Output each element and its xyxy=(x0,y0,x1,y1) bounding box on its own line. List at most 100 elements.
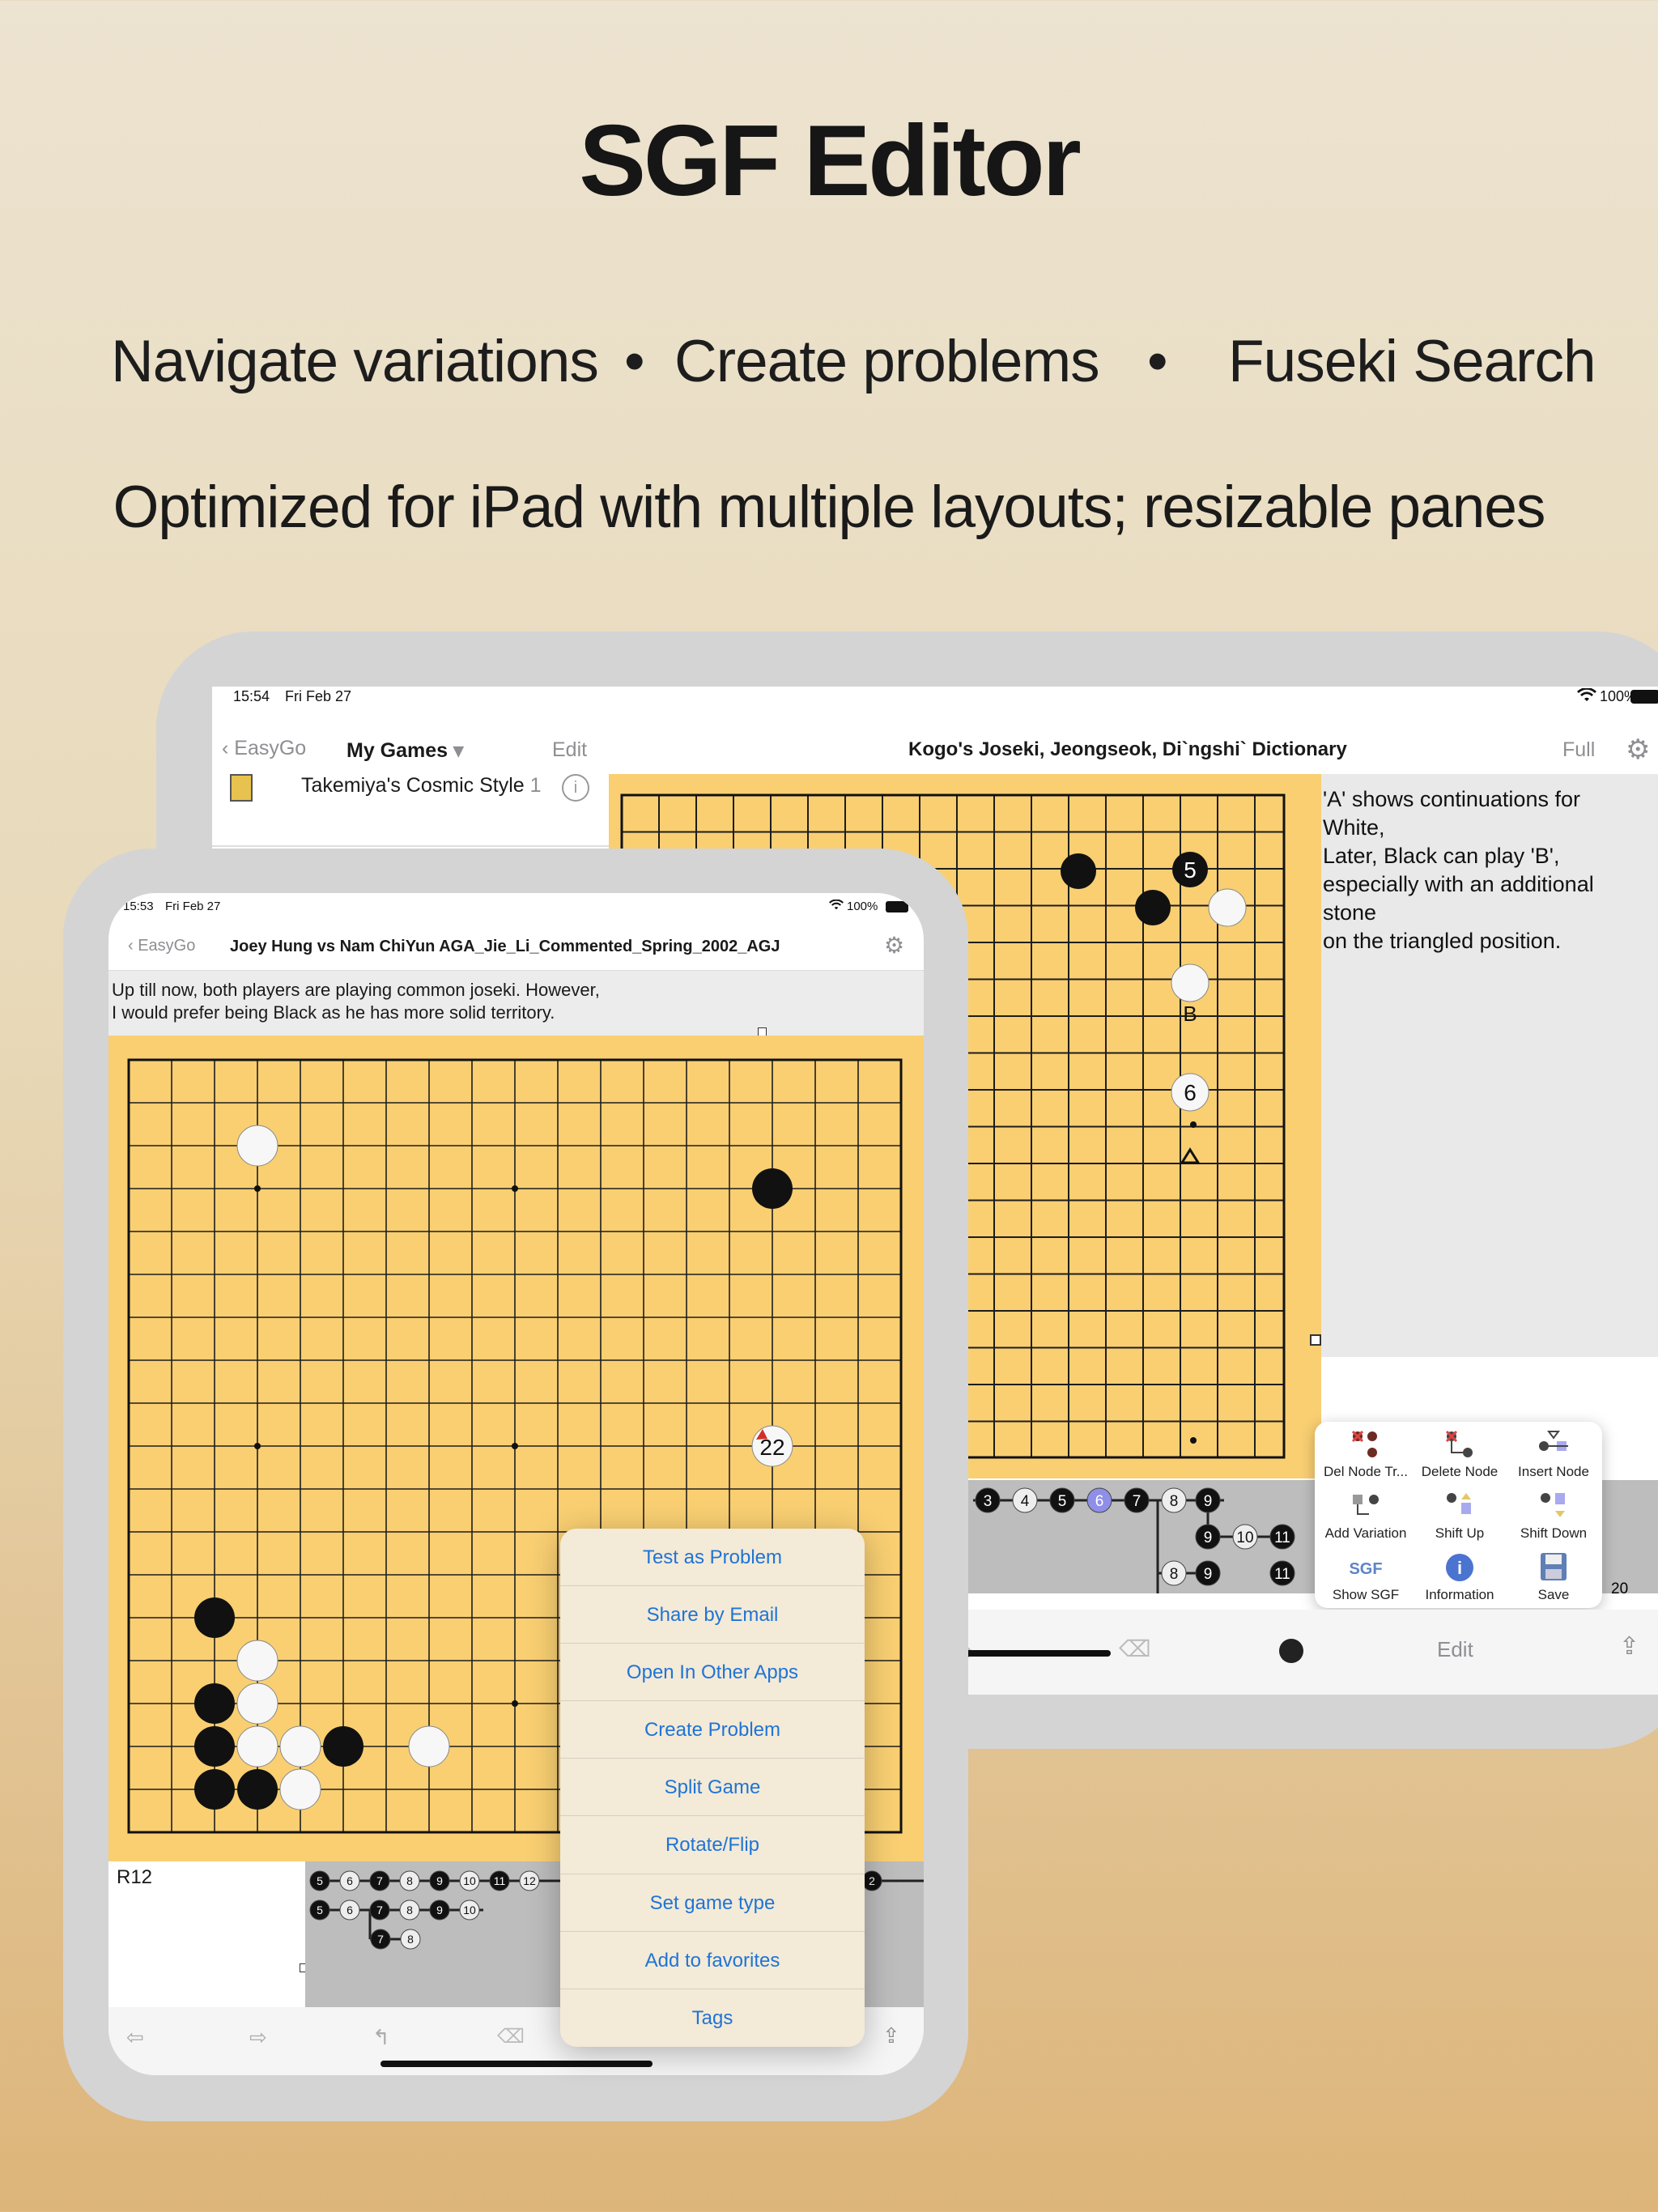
edit-menu-item[interactable]: Shift Down xyxy=(1506,1488,1601,1550)
menu-item[interactable]: Add to favorites xyxy=(560,1932,865,1989)
menu-item[interactable]: Split Game xyxy=(560,1759,865,1817)
arrow-forward-icon[interactable]: ⇨ xyxy=(249,2025,267,2050)
feature-list: Navigate variations • Create problems • … xyxy=(0,328,1658,401)
save-icon xyxy=(1536,1551,1571,1584)
tree-node-label: 7 xyxy=(376,1874,383,1887)
tree-node-label: 6 xyxy=(346,1904,353,1916)
back-button[interactable]: ‹ EasyGo xyxy=(128,937,195,955)
edit-menu-item[interactable]: Insert Node xyxy=(1506,1427,1601,1488)
edit-menu-item[interactable]: Shift Up xyxy=(1412,1488,1507,1550)
share-icon[interactable]: ⇪ xyxy=(882,2023,900,2048)
tree-node-label: 11 xyxy=(1274,1529,1290,1546)
battery-icon xyxy=(886,901,908,912)
tree-node-label: 8 xyxy=(1170,1493,1179,1510)
back-button[interactable]: ‹ EasyGo xyxy=(222,737,306,760)
gear-icon[interactable]: ⚙ xyxy=(884,932,904,959)
delete-icon[interactable]: ⌫ xyxy=(1119,1636,1151,1662)
tree-node-label: 8 xyxy=(1170,1566,1179,1583)
arrow-back-icon[interactable]: ⇦ xyxy=(126,2025,144,2050)
tree-node-label: 9 xyxy=(1204,1566,1213,1583)
tree-node-label: 10 xyxy=(463,1874,476,1887)
edit-menu-item[interactable]: Delete Node xyxy=(1412,1427,1507,1488)
mark-B: B xyxy=(1183,1002,1197,1026)
gear-icon[interactable]: ⚙ xyxy=(1626,734,1650,766)
edit-menu-label: Insert Node xyxy=(1518,1464,1589,1479)
edit-menu-item[interactable]: Add Variation xyxy=(1318,1488,1414,1550)
feature-bullet: • xyxy=(1147,329,1168,394)
tree-node-label: 12 xyxy=(523,1874,536,1887)
status-time: 15:53 xyxy=(123,900,154,913)
tree-node-label: 6 xyxy=(346,1874,353,1887)
feature-create: Create problems xyxy=(674,329,1100,394)
shift-up-icon xyxy=(1442,1490,1477,1522)
edit-menu-item[interactable]: SGF Show SGF xyxy=(1318,1550,1414,1611)
edit-menu-item[interactable]: i Information xyxy=(1412,1550,1507,1611)
wifi-icon xyxy=(829,899,844,914)
list-item-count: 1 xyxy=(529,774,542,797)
tree-node-label: 5 xyxy=(317,1904,323,1916)
comment-text: Up till now, both players are playing co… xyxy=(108,971,924,1036)
edit-menu-item[interactable]: Del Node Tr... xyxy=(1318,1427,1414,1488)
edit-menu-item[interactable]: Save xyxy=(1506,1550,1601,1611)
delete-icon[interactable]: ⌫ xyxy=(497,2025,525,2048)
list-item-name: Takemiya's Cosmic Style xyxy=(301,774,525,797)
info-icon[interactable]: i xyxy=(562,774,589,802)
document-title: Joey Hung vs Nam ChiYun AGA_Jie_Li_Comme… xyxy=(230,938,780,955)
tree-node-label: 10 xyxy=(463,1904,476,1916)
sgf-icon: SGF xyxy=(1348,1551,1384,1584)
tree-node-label: 9 xyxy=(436,1904,443,1916)
menu-item[interactable]: Share by Email xyxy=(560,1586,865,1644)
battery-icon xyxy=(1630,690,1658,704)
edit-toolbar-button[interactable]: Edit xyxy=(1437,1637,1473,1662)
tree-node-label: 2 xyxy=(869,1874,875,1887)
delete-tree-icon xyxy=(1348,1428,1384,1461)
coordinate-pane: R12 xyxy=(108,1861,308,2007)
info-icon: i xyxy=(1442,1551,1477,1584)
add-variation-icon xyxy=(1348,1490,1384,1522)
tree-node-label: 4 xyxy=(1021,1493,1030,1510)
tree-node-label: 8 xyxy=(406,1904,413,1916)
menu-item[interactable]: Rotate/Flip xyxy=(560,1816,865,1874)
document-title: Kogo's Joseki, Jeongseok, Di`ngshi` Dict… xyxy=(908,738,1347,760)
home-indicator xyxy=(380,2061,653,2067)
folder-selector[interactable]: My Games ▾ xyxy=(346,738,464,763)
comment-text: 'A' shows continuations for White, Later… xyxy=(1323,787,1594,953)
tree-node-label: 8 xyxy=(407,1933,414,1946)
list-item[interactable]: Takemiya's Cosmic Style 1 xyxy=(301,774,542,798)
page-title: SGF Editor xyxy=(579,105,1082,217)
delete-node-icon xyxy=(1442,1428,1477,1461)
resize-handle[interactable] xyxy=(1310,1334,1321,1346)
tree-node-label: 6 xyxy=(1095,1493,1104,1510)
tree-node-label: 11 xyxy=(1274,1566,1290,1583)
menu-item[interactable]: Set game type xyxy=(560,1874,865,1932)
menu-item[interactable]: Open In Other Apps xyxy=(560,1644,865,1702)
shift-down-icon xyxy=(1536,1490,1571,1522)
edit-popover: Del Node Tr... Delete Node Insert Node Add … xyxy=(1315,1422,1602,1608)
menu-item[interactable]: Create Problem xyxy=(560,1701,865,1759)
menu-item[interactable]: Test as Problem xyxy=(560,1529,865,1587)
edit-menu-label: Del Node Tr... xyxy=(1324,1464,1408,1479)
tree-node-label: 5 xyxy=(1058,1493,1067,1510)
branch-up-icon[interactable]: ↰ xyxy=(372,2025,390,2050)
edit-menu-label: Shift Down xyxy=(1520,1525,1588,1541)
action-menu: Test as Problem Share by Email Open In Oth… xyxy=(560,1529,865,2047)
edit-button[interactable]: Edit xyxy=(552,738,587,762)
menu-item[interactable]: Tags xyxy=(560,1989,865,2047)
page-subtitle: Optimized for iPad with multiple layouts… xyxy=(113,474,1546,540)
stone-color-icon[interactable] xyxy=(1279,1639,1303,1663)
tree-node-label: 9 xyxy=(436,1874,443,1887)
edit-menu-label: Information xyxy=(1425,1587,1494,1602)
feature-bullet: • xyxy=(624,329,645,394)
game-file-icon xyxy=(230,774,253,802)
status-time: 15:54 xyxy=(233,688,270,704)
share-icon[interactable]: ⇪ xyxy=(1619,1632,1639,1661)
full-button[interactable]: Full xyxy=(1562,738,1595,762)
status-date: Fri Feb 27 xyxy=(285,688,352,704)
back-label: EasyGo xyxy=(234,737,307,759)
sgf-badge: SGF xyxy=(1349,1560,1382,1578)
tree-node-label: 11 xyxy=(494,1874,506,1887)
navigation-bar: ‹ EasyGo Joey Hung vs Nam ChiYun AGA_Jie… xyxy=(108,925,924,971)
tree-node-label: 9 xyxy=(1204,1529,1213,1546)
edit-menu-label: Shift Up xyxy=(1435,1525,1485,1541)
tree-node-label: 7 xyxy=(377,1933,384,1946)
